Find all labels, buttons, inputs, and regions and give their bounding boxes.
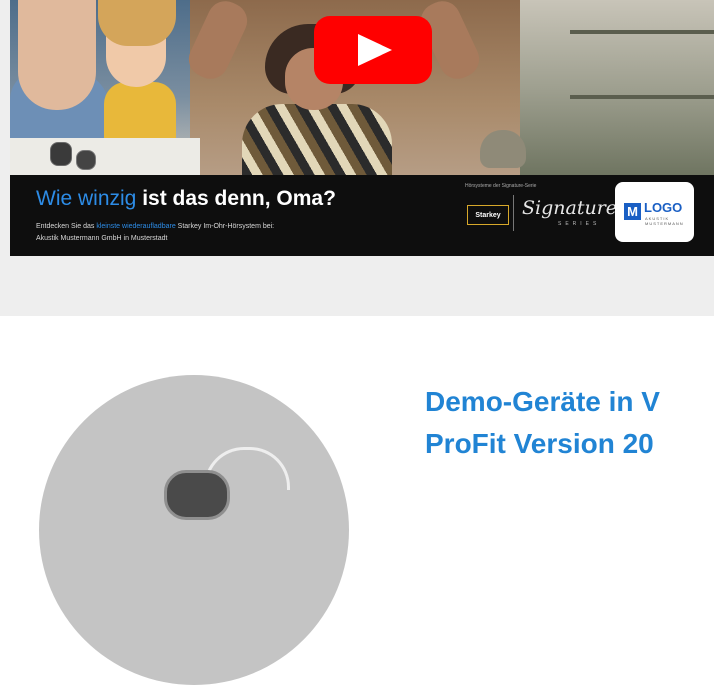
signature-logo: Signature [522, 197, 618, 219]
video-player[interactable]: Wie winzig ist das denn, Oma? Entdecken … [10, 0, 714, 256]
article-heading[interactable]: Demo-Geräte in V [425, 382, 660, 422]
banner-description: Entdecken Sie das kleinste wiederaufladb… [36, 223, 275, 242]
hearing-aid-image [50, 142, 72, 166]
logo-mark-icon: M [624, 203, 641, 220]
divider [513, 195, 514, 231]
youtube-play-icon [358, 34, 392, 66]
product-image [39, 375, 349, 685]
hearing-aid-image [76, 150, 96, 170]
video-banner: Wie winzig ist das denn, Oma? Entdecken … [10, 175, 714, 256]
article-heading-line2[interactable]: ProFit Version 20 [425, 424, 654, 464]
youtube-play-button[interactable] [314, 16, 432, 84]
logo-text: LOGO [644, 200, 683, 215]
signature-tagline: Hörsysteme der Signature-Serie [465, 183, 537, 189]
logo-subtext: AKUSTIK MUSTERMANN [645, 216, 684, 226]
banner-title: Wie winzig ist das denn, Oma? [36, 187, 336, 210]
series-label: SERIES [558, 221, 601, 227]
video-thumbnail[interactable] [10, 0, 714, 175]
partner-logo: M LOGO AKUSTIK MUSTERMANN [615, 182, 694, 242]
starkey-logo: Starkey [467, 205, 509, 225]
